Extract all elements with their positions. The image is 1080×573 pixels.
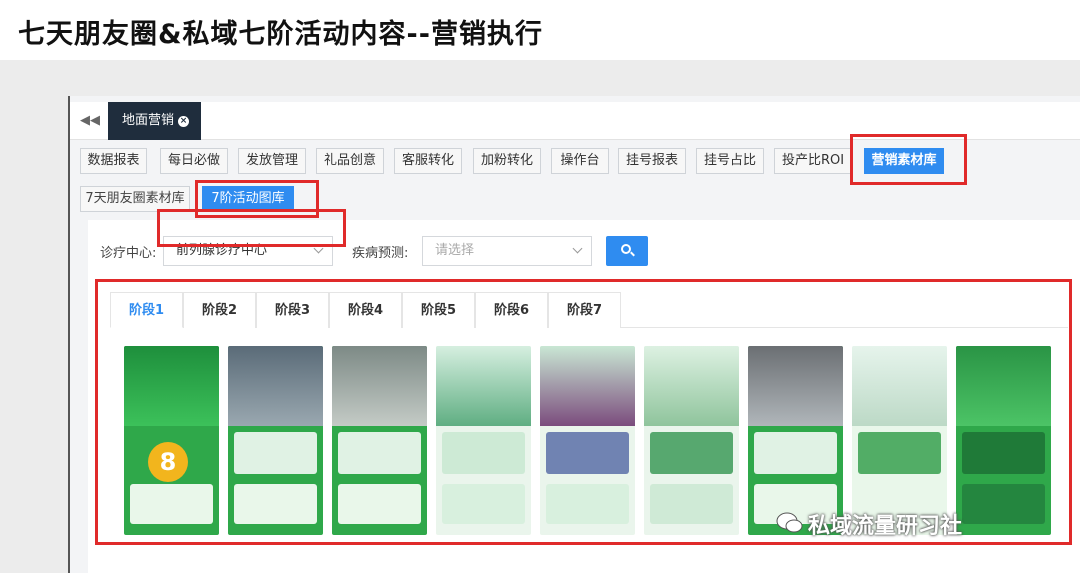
chevron-down-icon (572, 243, 583, 254)
page-title: 七天朋友圈&私域七阶活动内容--营销执行 (18, 19, 543, 50)
highlight-box (95, 279, 1072, 545)
menu-roi[interactable]: 投产比ROI (774, 148, 852, 174)
search-button[interactable] (606, 236, 648, 266)
menu-service-conversion[interactable]: 客服转化 (394, 148, 462, 174)
menu-distribution[interactable]: 发放管理 (238, 148, 306, 174)
close-icon[interactable]: × (178, 116, 190, 127)
highlight-box (157, 209, 346, 247)
disease-select[interactable]: 请选择 (422, 236, 592, 266)
menu-daily[interactable]: 每日必做 (160, 148, 228, 174)
app-window: ◀◀ 地面营销 × 数据报表 每日必做 发放管理 礼品创意 客服转化 加粉转化 操… (68, 96, 1080, 573)
tab-ground-marketing[interactable]: 地面营销 × (108, 102, 201, 140)
screenshot-area: ◀◀ 地面营销 × 数据报表 每日必做 发放管理 礼品创意 客服转化 加粉转化 操… (0, 60, 1080, 573)
watermark-text: 私域流量研习社 (808, 514, 963, 539)
highlight-box (850, 134, 967, 185)
disease-placeholder: 请选择 (435, 243, 475, 258)
menu-data-report[interactable]: 数据报表 (80, 148, 147, 174)
collapse-icon[interactable]: ◀◀ (80, 113, 100, 128)
disease-label: 疾病预测: (352, 246, 409, 261)
wechat-icon (776, 512, 803, 533)
center-label: 诊疗中心: (100, 246, 157, 261)
menu-gift-idea[interactable]: 礼品创意 (316, 148, 384, 174)
menu-registration-ratio[interactable]: 挂号占比 (696, 148, 764, 174)
tab-label: 地面营销 (122, 113, 175, 128)
menu-registration-report[interactable]: 挂号报表 (618, 148, 686, 174)
menu-console[interactable]: 操作台 (551, 148, 609, 174)
menu-fan-conversion[interactable]: 加粉转化 (473, 148, 541, 174)
